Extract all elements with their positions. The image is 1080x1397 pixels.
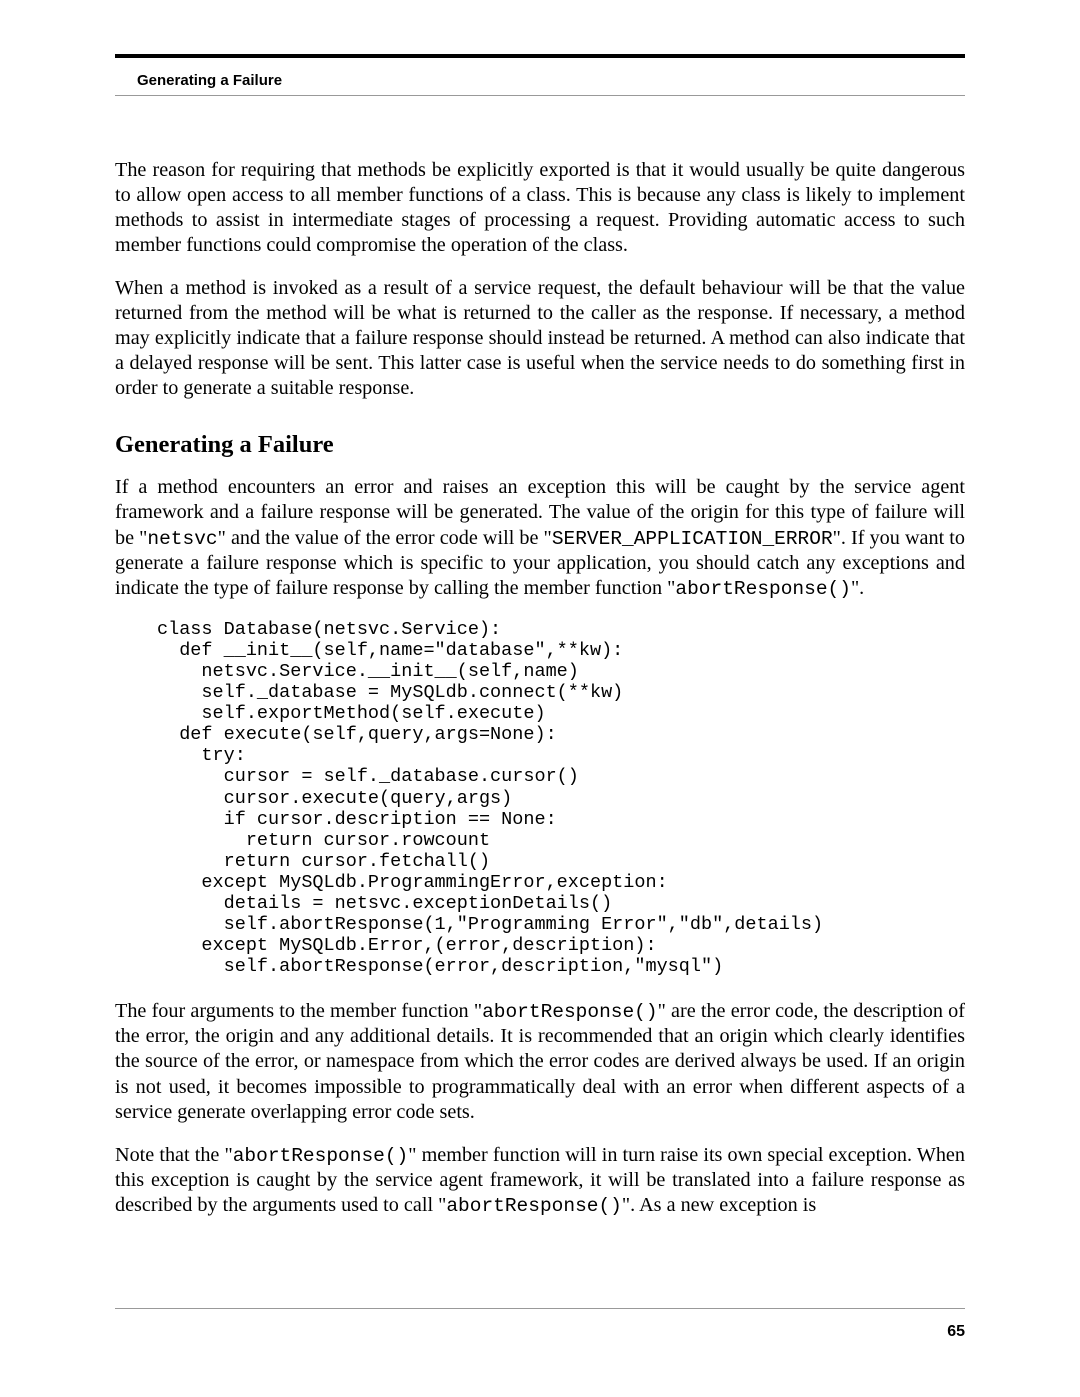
code-inline-netsvc: netsvc — [147, 528, 217, 550]
code-inline-abortresponse: abortResponse() — [446, 1195, 622, 1217]
text-run: ". — [851, 577, 864, 599]
footer-divider — [115, 1308, 965, 1309]
text-run: " and the value of the error code will b… — [218, 527, 552, 549]
text-run: The four arguments to the member functio… — [115, 1000, 482, 1022]
text-run: ". As a new exception is — [622, 1194, 816, 1216]
text-run: Note that the " — [115, 1144, 233, 1166]
page-number: 65 — [947, 1323, 965, 1341]
header-divider — [115, 95, 965, 96]
document-page: Generating a Failure The reason for requ… — [0, 0, 1080, 1397]
paragraph-2: When a method is invoked as a result of … — [115, 276, 965, 401]
code-block: class Database(netsvc.Service): def __in… — [157, 619, 965, 977]
paragraph-3: If a method encounters an error and rais… — [115, 475, 965, 600]
top-rule — [115, 54, 965, 58]
section-heading: Generating a Failure — [115, 431, 965, 459]
code-inline-abortresponse: abortResponse() — [233, 1145, 409, 1167]
code-inline-abortresponse: abortResponse() — [675, 578, 851, 600]
running-head: Generating a Failure — [115, 64, 965, 95]
code-inline-server-error: SERVER_APPLICATION_ERROR — [552, 528, 833, 550]
paragraph-4: The four arguments to the member functio… — [115, 999, 965, 1124]
paragraph-1: The reason for requiring that methods be… — [115, 158, 965, 258]
paragraph-5: Note that the "abortResponse()" member f… — [115, 1143, 965, 1218]
code-inline-abortresponse: abortResponse() — [482, 1001, 658, 1023]
